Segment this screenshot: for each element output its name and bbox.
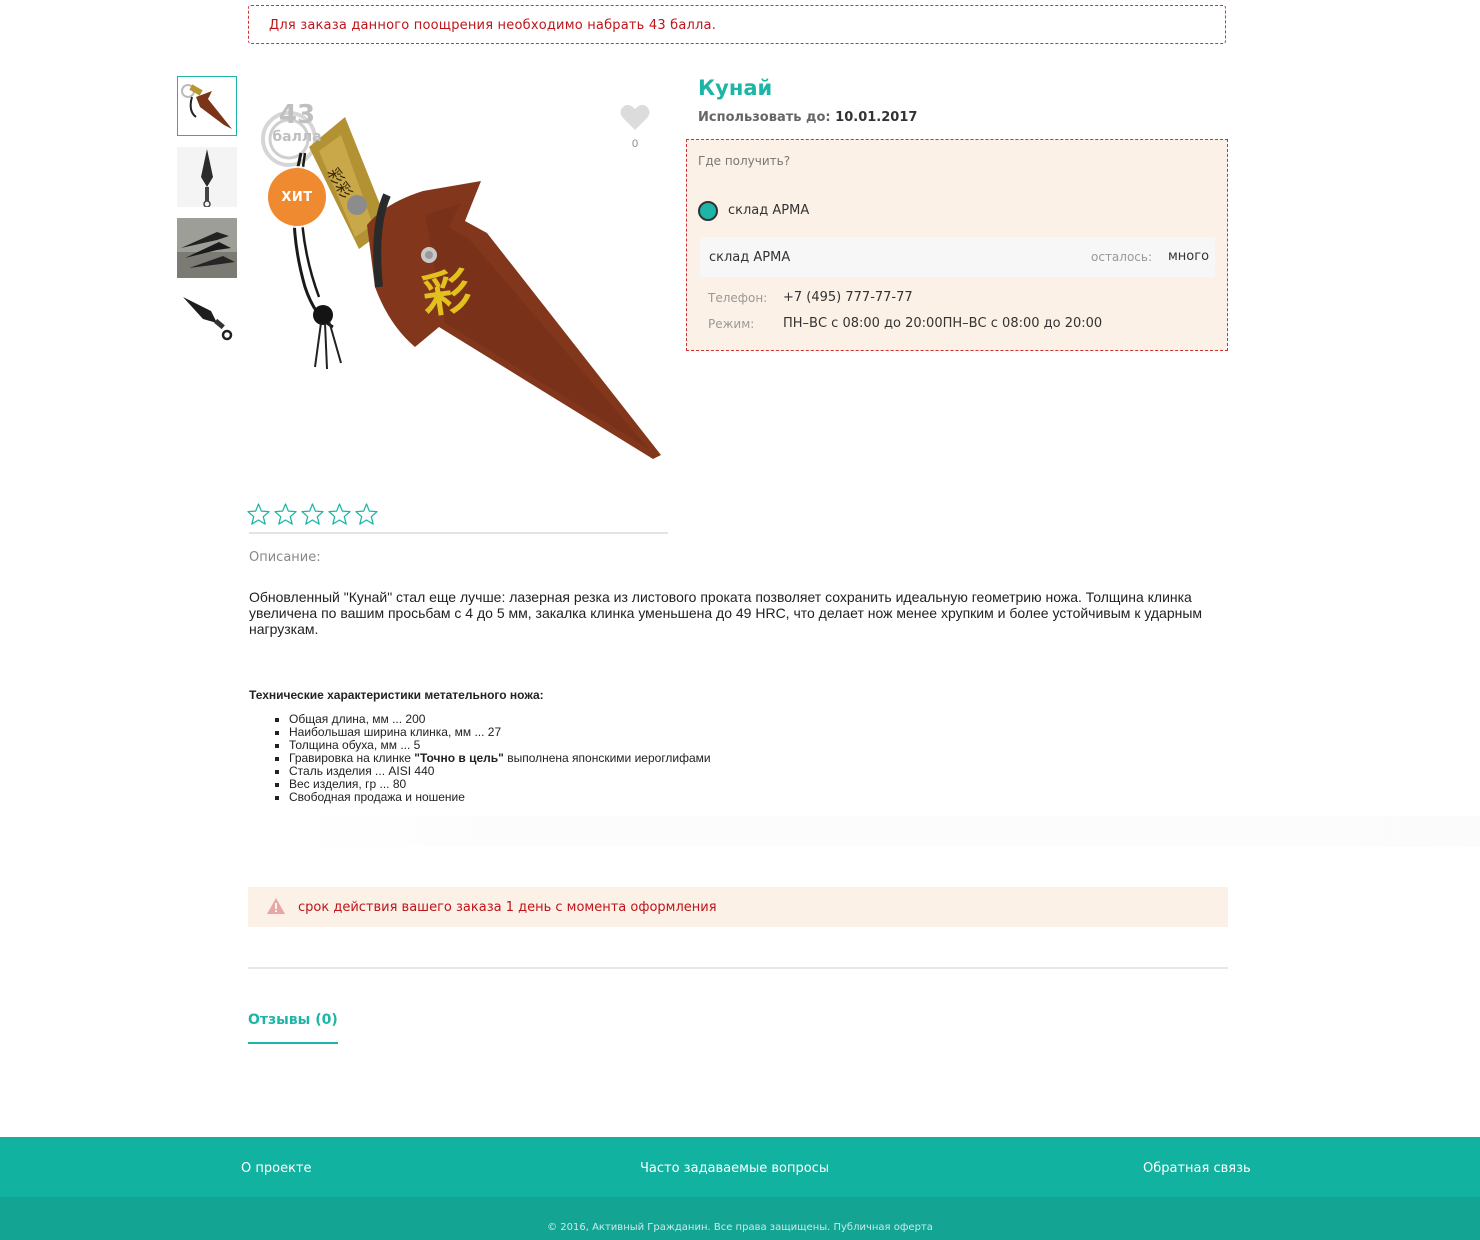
spec-engraving-rest: выполнена японскими иероглифами — [503, 751, 711, 765]
star-icon[interactable] — [355, 503, 378, 530]
order-warning-text: срок действия вашего заказа 1 день с мом… — [298, 900, 717, 915]
divider — [248, 967, 1228, 969]
star-icon[interactable] — [328, 503, 351, 530]
footer-link-feedback[interactable]: Обратная связь — [1143, 1161, 1251, 1176]
pickup-option-label[interactable]: склад АРМА — [728, 203, 809, 218]
points-unit: балла — [272, 129, 322, 145]
footer: О проекте Часто задаваемые вопросы Обрат… — [0, 1137, 1480, 1240]
order-warning: срок действия вашего заказа 1 день с мом… — [248, 887, 1228, 927]
points-label: 43 балла — [270, 101, 324, 145]
store-row: склад АРМА осталось: много — [700, 237, 1215, 277]
favorite-button[interactable]: 0 — [619, 103, 651, 150]
thumbnail-4[interactable] — [177, 289, 237, 349]
specs-list: Общая длина, мм ... 200 Наибольшая ширин… — [249, 713, 711, 804]
rating-stars — [247, 503, 378, 530]
remaining-value: много — [1168, 249, 1210, 264]
thumbnail-list — [177, 76, 237, 360]
product-title: Кунай — [698, 76, 773, 100]
thumbnail-2[interactable] — [177, 147, 237, 207]
description-label: Описание: — [249, 550, 321, 565]
spec-engraving-text: "Точно в цель" — [414, 751, 504, 765]
footer-link-faq[interactable]: Часто задаваемые вопросы — [640, 1161, 829, 1176]
footer-copyright: © 2016, Активный Гражданин. Все права за… — [547, 1222, 933, 1233]
hit-badge: ХИТ — [268, 168, 326, 226]
radio-icon[interactable] — [698, 201, 718, 221]
store-name: склад АРМА — [709, 250, 791, 265]
heart-icon — [620, 104, 650, 130]
footer-link-about[interactable]: О проекте — [241, 1161, 312, 1176]
thumbnail-1[interactable] — [177, 76, 237, 136]
thumbnail-3[interactable] — [177, 218, 237, 278]
svg-text:彩: 彩 — [419, 263, 474, 325]
points-number: 43 — [278, 100, 316, 130]
spec-engraving-label: Гравировка на клинке — [289, 751, 415, 765]
pickup-question: Где получить? — [698, 154, 791, 168]
description-text: Обновленный "Кунай" стал еще лучше: лазе… — [249, 589, 1203, 637]
hours-value: ПН–ВС с 08:00 до 20:00ПН–ВС с 08:00 до 2… — [783, 316, 1103, 331]
use-until-date: 10.01.2017 — [835, 110, 918, 125]
spec-item: Свободная продажа и ношение — [289, 791, 711, 804]
specs-title: Технические характеристики метательного … — [249, 688, 544, 702]
hours-label: Режим: — [708, 317, 755, 331]
phone-value: +7 (495) 777-77-77 — [783, 290, 913, 305]
pickup-panel: Где получить? склад АРМА склад АРМА оста… — [686, 139, 1228, 351]
star-icon[interactable] — [247, 503, 270, 530]
warning-icon — [267, 898, 285, 914]
fade-divider — [288, 816, 1480, 846]
remaining-label: осталось: — [1091, 250, 1153, 264]
favorites-count: 0 — [631, 138, 639, 150]
use-until-label: Использовать до: — [698, 110, 831, 125]
points-required-notice: Для заказа данного поощрения необходимо … — [248, 5, 1226, 44]
use-until: Использовать до: 10.01.2017 — [698, 110, 917, 125]
tab-reviews[interactable]: Отзывы (0) — [248, 1012, 338, 1044]
star-icon[interactable] — [274, 503, 297, 530]
divider — [249, 532, 668, 534]
star-icon[interactable] — [301, 503, 324, 530]
footer-bottom — [0, 1197, 1480, 1240]
phone-label: Телефон: — [708, 291, 768, 305]
